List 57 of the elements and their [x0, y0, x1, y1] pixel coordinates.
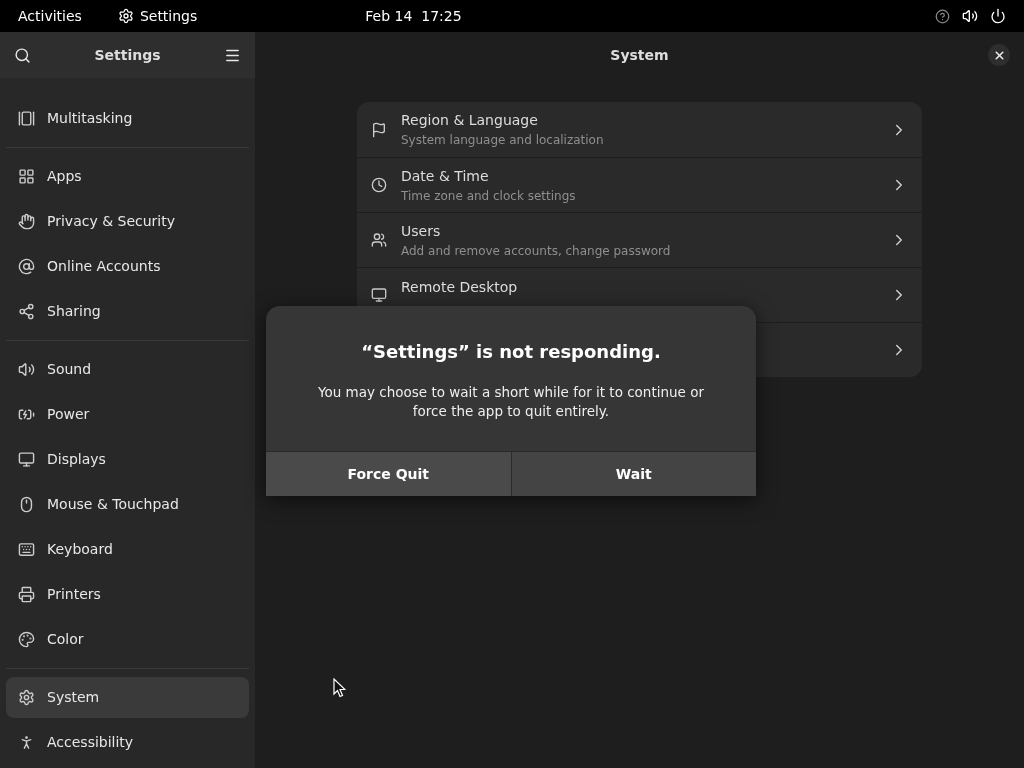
gear-icon: [18, 689, 35, 706]
sidebar-item[interactable]: Mouse & Touchpad: [6, 484, 249, 525]
flag-icon: [371, 121, 387, 138]
sidebar-item[interactable]: Printers: [6, 574, 249, 615]
network-unknown-icon[interactable]: [935, 8, 950, 24]
sidebar-item[interactable]: Displays: [6, 439, 249, 480]
close-icon: [992, 48, 1006, 62]
search-icon[interactable]: [14, 46, 31, 64]
dialog-message: You may choose to wait a short while for it to continue or force the app to quit entirely.: [317, 383, 705, 421]
sidebar-item[interactable]: Multitasking: [6, 98, 249, 139]
row-subtitle: Time zone and clock settings: [401, 187, 577, 205]
share-icon: [18, 303, 35, 320]
settings-row[interactable]: Users Add and remove accounts, change password: [357, 212, 922, 267]
dialog-button[interactable]: Force Quit: [266, 452, 512, 496]
volume-icon[interactable]: [962, 8, 978, 24]
gear-icon: [117, 8, 134, 24]
monitor-icon: [371, 287, 387, 303]
sidebar-title: Settings: [94, 45, 161, 65]
dialog-button[interactable]: Wait: [511, 452, 756, 496]
sidebar-item[interactable]: Power: [6, 394, 249, 435]
sidebar-item[interactable]: Privacy & Security: [6, 201, 249, 242]
row-title: Region & Language: [401, 111, 539, 130]
multitasking-icon: [18, 110, 35, 127]
pointer-cursor-icon: [333, 678, 346, 698]
row-subtitle: System language and localization: [401, 132, 605, 149]
mouse-icon: [18, 496, 35, 513]
hand-icon: [18, 213, 35, 230]
sidebar-item[interactable]: Keyboard: [6, 529, 249, 570]
dialog-title: “Settings” is not responding.: [361, 340, 661, 364]
sidebar-item[interactable]: Sharing: [6, 291, 249, 332]
power-icon[interactable]: [990, 8, 1006, 24]
sidebar-item[interactable]: System: [6, 677, 249, 718]
row-title: Remote Desktop: [401, 277, 519, 297]
at-sign-icon: [18, 258, 35, 275]
sidebar-item[interactable]: Color: [6, 619, 249, 660]
app-name[interactable]: Settings: [139, 5, 198, 27]
activities-button[interactable]: Activities: [18, 5, 82, 27]
row-title: Date & Time: [401, 166, 490, 186]
sidebar-item[interactable]: Sound: [6, 349, 249, 390]
row-subtitle: Add and remove accounts, change password: [401, 242, 672, 260]
sidebar-item[interactable]: Online Accounts: [6, 246, 249, 287]
row-title: Users: [401, 221, 442, 241]
printer-icon: [18, 586, 35, 603]
settings-row[interactable]: Region & Language System language and localization: [357, 102, 922, 157]
sidebar-item[interactable]: Accessibility: [6, 722, 249, 763]
keyboard-icon: [18, 541, 35, 558]
clock[interactable]: Feb 14 17:25: [365, 5, 462, 27]
users-icon: [371, 232, 387, 248]
monitor-icon: [18, 451, 35, 468]
grid-icon: [18, 168, 35, 185]
sidebar-item[interactable]: Apps: [6, 156, 249, 197]
speaker-icon: [18, 361, 35, 378]
settings-row[interactable]: Date & Time Time zone and clock settings: [357, 157, 922, 212]
page-title: System: [610, 45, 669, 65]
close-button[interactable]: [988, 44, 1010, 66]
palette-icon: [18, 631, 35, 648]
clock-icon: [371, 177, 387, 193]
